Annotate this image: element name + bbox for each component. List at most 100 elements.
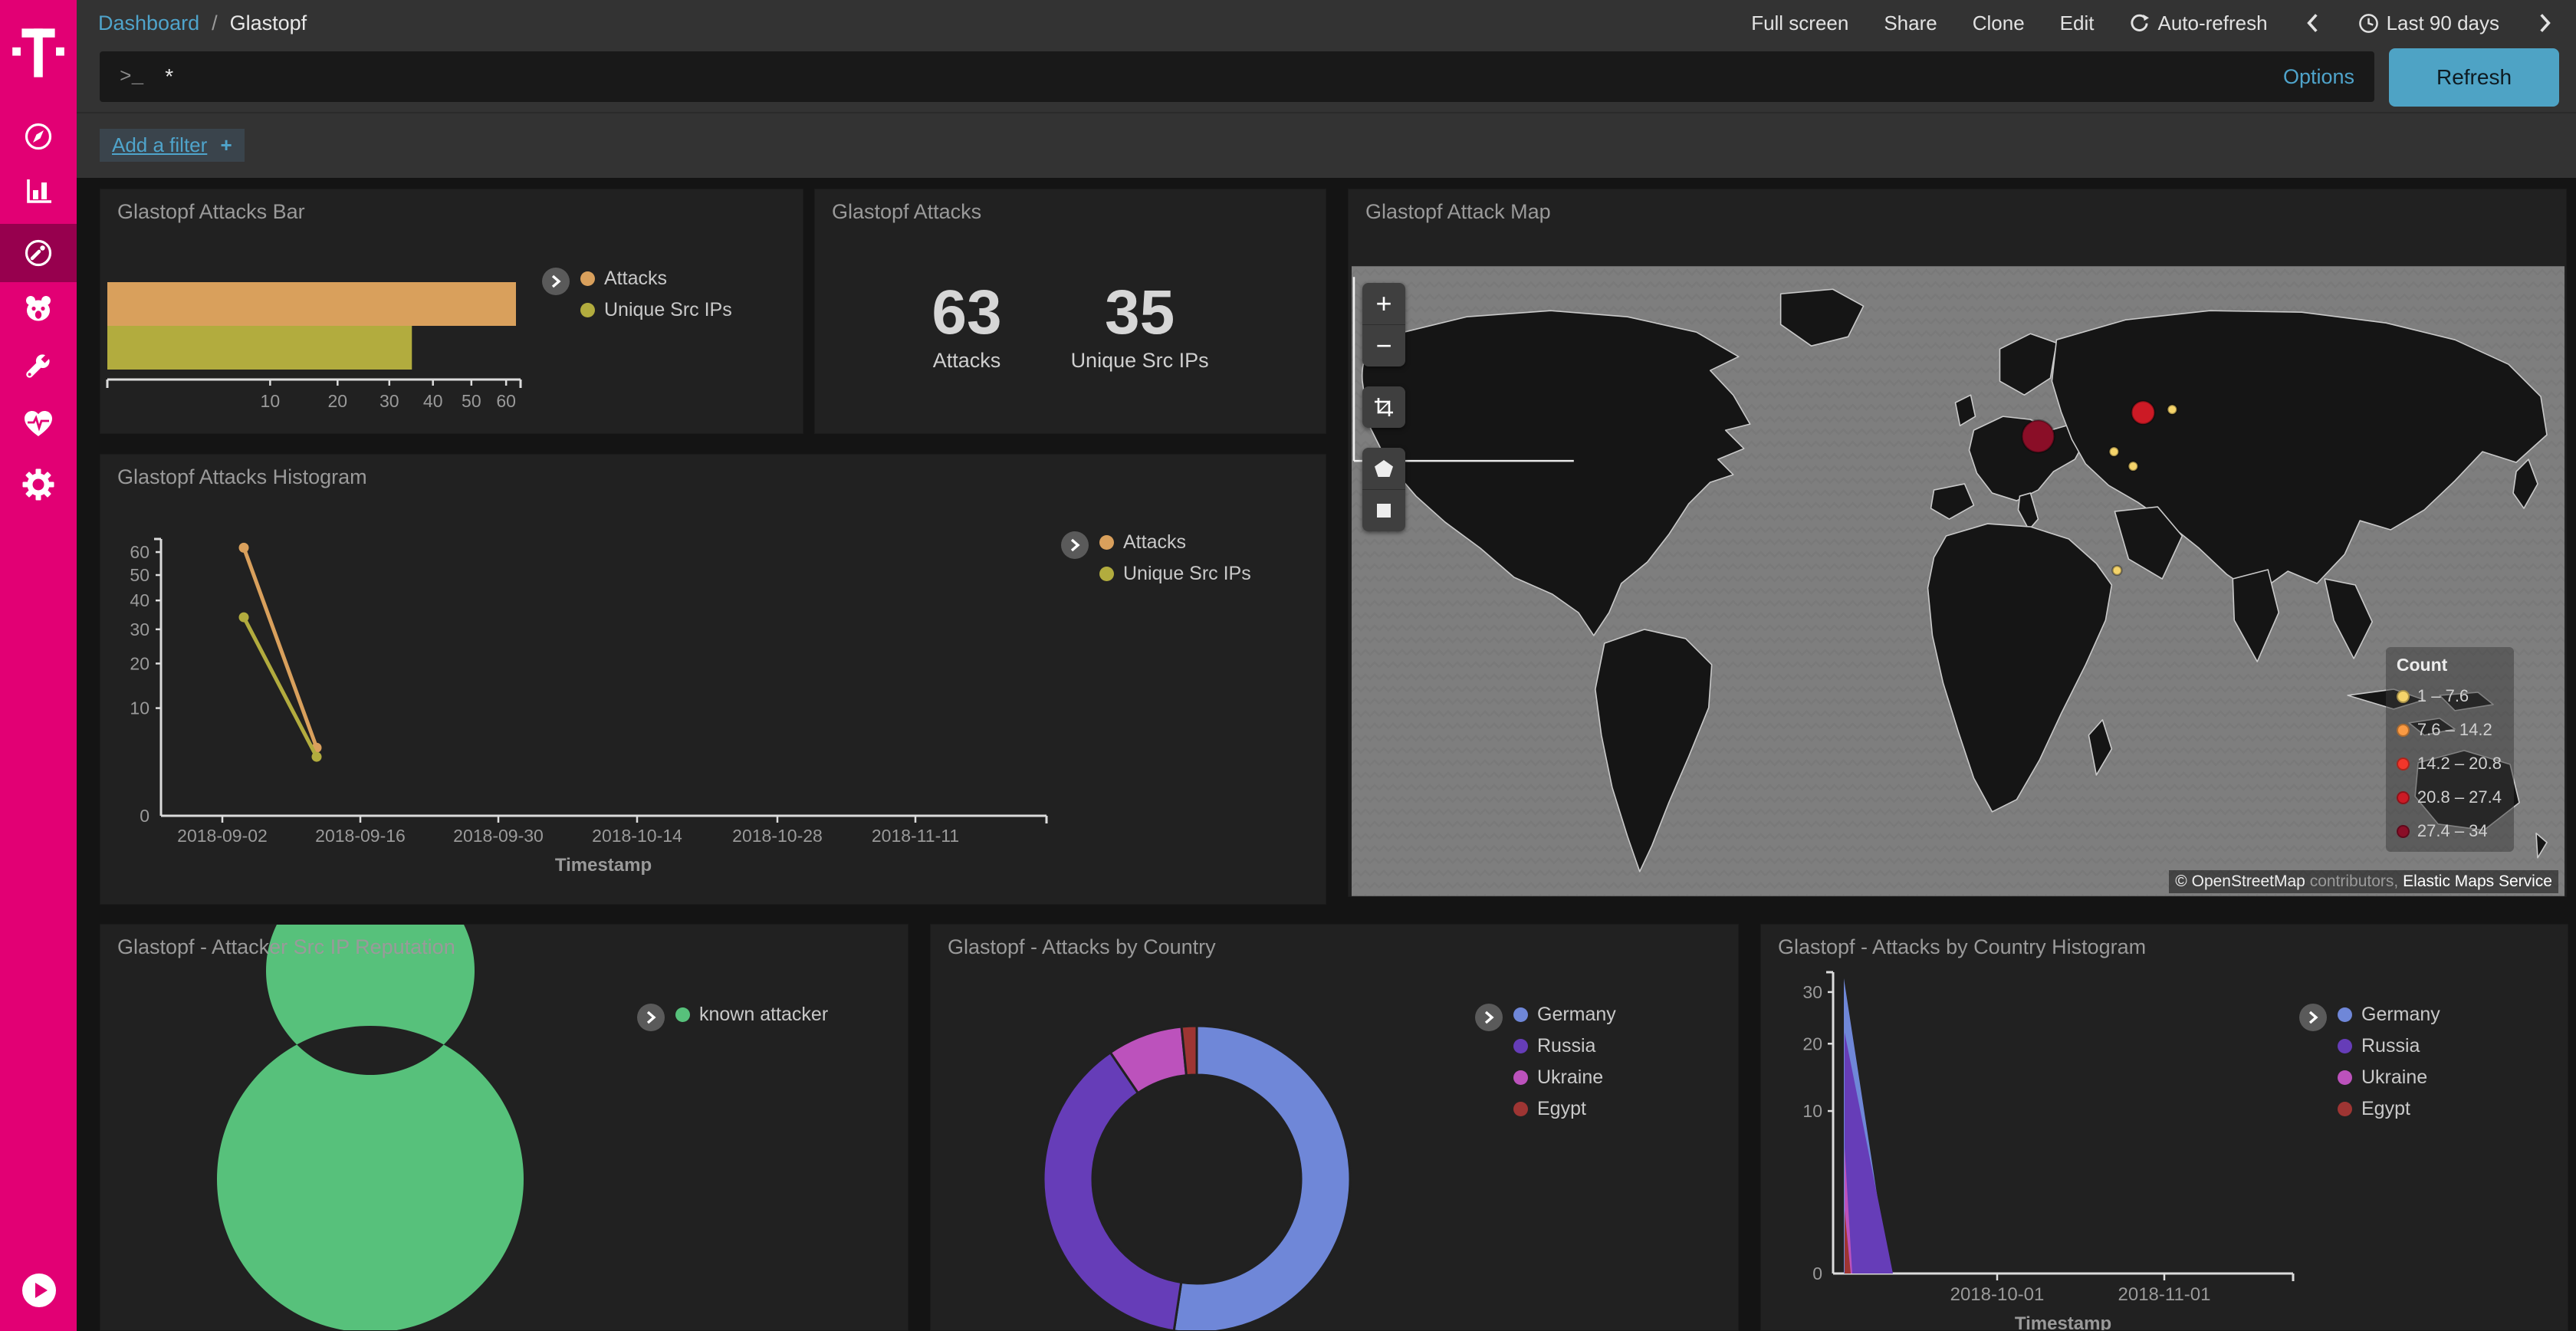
- attack-marker[interactable]: [2022, 420, 2054, 452]
- attack-marker[interactable]: [2109, 447, 2118, 456]
- search-input[interactable]: >_ * Options: [100, 51, 2374, 102]
- sidebar-item-visualize[interactable]: [0, 163, 77, 219]
- query-bar: >_ * Options Refresh: [77, 46, 2576, 112]
- metric-value: 35: [1071, 281, 1209, 344]
- query-options-link[interactable]: Options: [2283, 65, 2354, 89]
- svg-text:30: 30: [1802, 982, 1822, 1002]
- legend-item[interactable]: Attacks: [580, 268, 732, 290]
- elastic-maps-service-link[interactable]: Elastic Maps Service: [2403, 873, 2552, 890]
- panel-title: Glastopf Attack Map: [1365, 200, 1551, 224]
- legend-item[interactable]: Russia: [1513, 1035, 1616, 1057]
- legend-item[interactable]: Attacks: [1099, 531, 1251, 554]
- legend-label: Germany: [1537, 1004, 1616, 1026]
- map-draw-rectangle-button[interactable]: [1362, 489, 1405, 531]
- legend-item[interactable]: 27.4 – 34: [2397, 821, 2502, 841]
- map-fit-bounds-button[interactable]: [1362, 386, 1405, 428]
- refresh-cycle-icon: [2129, 13, 2150, 34]
- country-area-chart[interactable]: 01020302018-10-012018-11-01Timestamp: [1761, 925, 2568, 1330]
- legend-color-dot: [1513, 1102, 1528, 1116]
- legend-label: Unique Src IPs: [1123, 563, 1251, 585]
- auto-refresh-button[interactable]: Auto-refresh: [2129, 12, 2267, 35]
- share-button[interactable]: Share: [1884, 12, 1937, 35]
- attack-marker[interactable]: [2112, 566, 2121, 575]
- map-draw-polygon-button[interactable]: [1362, 448, 1405, 489]
- legend-item[interactable]: Germany: [2338, 1004, 2440, 1026]
- map-zoom-out-button[interactable]: −: [1362, 324, 1405, 366]
- legend-label: Ukraine: [1537, 1066, 1603, 1089]
- svg-text:50: 50: [462, 391, 481, 411]
- legend-item[interactable]: known attacker: [675, 1004, 828, 1026]
- wrench-icon: [21, 350, 56, 386]
- attack-marker[interactable]: [2167, 405, 2177, 414]
- attack-marker[interactable]: [2128, 462, 2137, 471]
- svg-text:30: 30: [130, 619, 150, 639]
- breadcrumb-dashboard-link[interactable]: Dashboard: [98, 12, 199, 35]
- sidebar-item-dev-tools[interactable]: [0, 340, 77, 396]
- square-icon: [1372, 499, 1395, 522]
- legend-label: 1 – 7.6: [2417, 686, 2469, 706]
- clone-button[interactable]: Clone: [1973, 12, 2025, 35]
- legend-item[interactable]: Ukraine: [2338, 1066, 2440, 1089]
- full-screen-button[interactable]: Full screen: [1751, 12, 1848, 35]
- attack-marker[interactable]: [2131, 401, 2154, 424]
- sidebar-item-timelion[interactable]: [0, 281, 77, 337]
- reputation-donut-chart[interactable]: [100, 925, 908, 1330]
- time-forward-button[interactable]: [2535, 12, 2555, 35]
- country-donut-chart[interactable]: [931, 925, 1738, 1330]
- legend-label: Egypt: [1537, 1098, 1586, 1120]
- panel-attacks-histogram: Glastopf Attacks Histogram 0102030405060…: [100, 454, 1326, 905]
- legend-item[interactable]: Germany: [1513, 1004, 1616, 1026]
- legend-expand-icon[interactable]: [1061, 531, 1089, 559]
- sidebar-item-monitoring[interactable]: [0, 396, 77, 452]
- attacks-line-chart[interactable]: 01020304050602018-09-022018-09-162018-09…: [100, 455, 1326, 904]
- svg-text:2018-09-16: 2018-09-16: [315, 826, 406, 846]
- edit-button[interactable]: Edit: [2060, 12, 2095, 35]
- legend-color-dot: [2338, 1070, 2352, 1085]
- legend-expand-icon[interactable]: [542, 268, 570, 295]
- legend-color-dot: [2338, 1007, 2352, 1022]
- svg-text:20: 20: [130, 653, 150, 673]
- legend-item[interactable]: Unique Src IPs: [580, 299, 732, 321]
- clock-icon: [2358, 13, 2379, 34]
- add-filter-button[interactable]: Add a filter +: [100, 129, 245, 162]
- telekom-t-logo[interactable]: [0, 23, 77, 83]
- sidebar-collapse-button[interactable]: [21, 1273, 57, 1308]
- legend-expand-icon[interactable]: [2299, 1004, 2327, 1031]
- legend-item[interactable]: 7.6 – 14.2: [2397, 720, 2502, 740]
- query-value: *: [165, 64, 173, 89]
- openstreetmap-link[interactable]: © OpenStreetMap: [2175, 873, 2305, 890]
- chevron-right-icon: [2535, 12, 2555, 35]
- legend-item[interactable]: Unique Src IPs: [1099, 563, 1251, 585]
- svg-text:20: 20: [1802, 1034, 1822, 1053]
- svg-text:20: 20: [328, 391, 348, 411]
- sidebar-item-discover[interactable]: [0, 109, 77, 164]
- legend-expand-icon[interactable]: [637, 1004, 665, 1031]
- world-map[interactable]: + −: [1352, 266, 2564, 896]
- histogram-legend: Attacks Unique Src IPs: [1061, 531, 1251, 585]
- sidebar-item-management[interactable]: [0, 457, 77, 512]
- legend-label: Unique Src IPs: [604, 299, 732, 321]
- legend-expand-icon[interactable]: [1475, 1004, 1503, 1031]
- legend-item[interactable]: Egypt: [2338, 1098, 2440, 1120]
- metric-group: 63 Attacks 35 Unique Src IPs: [815, 281, 1326, 373]
- map-zoom-in-button[interactable]: +: [1362, 283, 1405, 324]
- time-back-button[interactable]: [2303, 12, 2323, 35]
- sidebar-item-dashboard[interactable]: [0, 224, 77, 282]
- legend-item[interactable]: Egypt: [1513, 1098, 1616, 1120]
- legend-item[interactable]: 14.2 – 20.8: [2397, 754, 2502, 774]
- legend-color-dot: [1099, 567, 1114, 581]
- dashboard-actions: Full screen Share Clone Edit Auto-refres…: [1751, 12, 2555, 35]
- svg-text:30: 30: [380, 391, 399, 411]
- svg-text:40: 40: [130, 590, 150, 610]
- crop-icon: [1372, 396, 1395, 419]
- time-range-picker[interactable]: Last 90 days: [2358, 12, 2499, 35]
- legend-item[interactable]: Russia: [2338, 1035, 2440, 1057]
- refresh-button[interactable]: Refresh: [2389, 48, 2559, 107]
- world-map-canvas[interactable]: [1352, 266, 2564, 896]
- svg-text:2018-10-14: 2018-10-14: [592, 826, 682, 846]
- legend-item[interactable]: Ukraine: [1513, 1066, 1616, 1089]
- legend-item[interactable]: 1 – 7.6: [2397, 686, 2502, 706]
- heartbeat-icon: [21, 406, 56, 442]
- legend-item[interactable]: 20.8 – 27.4: [2397, 787, 2502, 807]
- legend-label: Attacks: [604, 268, 667, 290]
